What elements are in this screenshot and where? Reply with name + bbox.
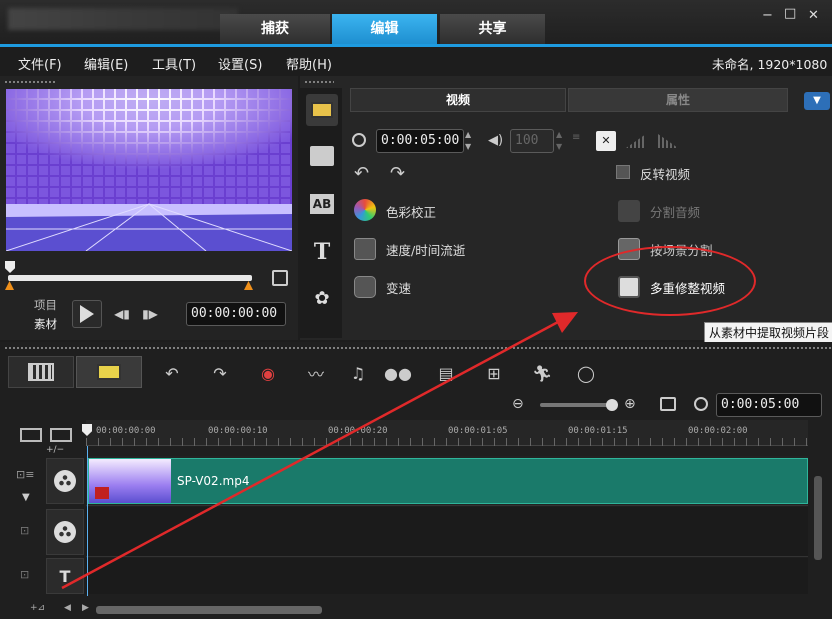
annotation-arrow	[61, 312, 578, 590]
